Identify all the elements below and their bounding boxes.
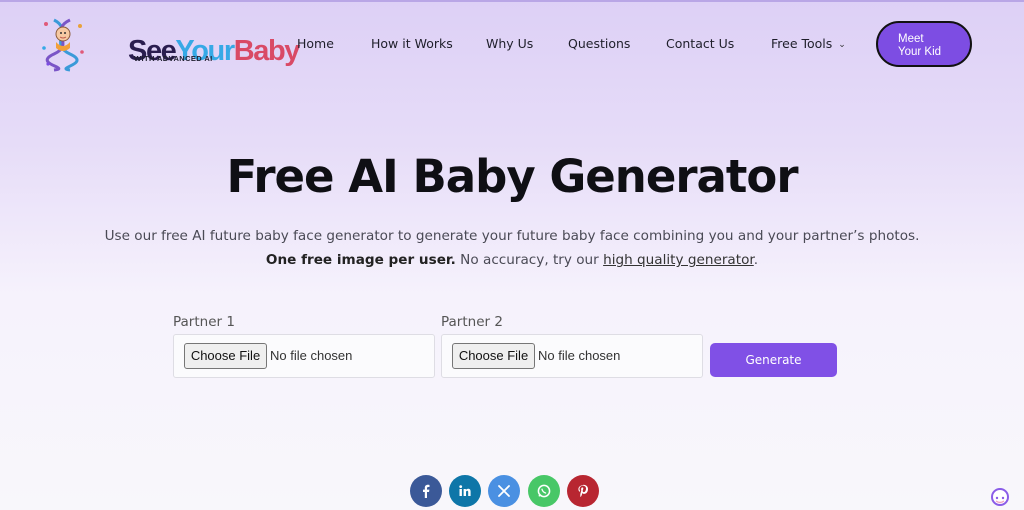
facebook-share-button[interactable] [410, 475, 442, 507]
cta-line1: Meet [898, 33, 924, 45]
chat-widget-icon[interactable] [990, 487, 1010, 507]
hero-note-text: No accuracy, try our [455, 252, 604, 268]
nav-how-it-works[interactable]: How it Works [371, 36, 453, 51]
cta-line2: Your Kid [898, 46, 942, 58]
meet-your-kid-button[interactable]: Meet Your Kid [876, 21, 972, 67]
nav-home[interactable]: Home [297, 36, 334, 51]
partner2-label: Partner 2 [441, 314, 503, 330]
pinterest-icon [578, 484, 588, 497]
whatsapp-share-button[interactable] [528, 475, 560, 507]
chevron-down-icon: ⌄ [838, 40, 846, 50]
generate-button[interactable]: Generate [710, 343, 837, 377]
site-header: SeeYourBaby WITH ADVANCED AI Home How it… [0, 0, 1024, 88]
high-quality-generator-link[interactable]: high quality generator [603, 252, 754, 268]
x-icon [498, 485, 510, 497]
site-logo[interactable]: SeeYourBaby WITH ADVANCED AI [40, 16, 300, 72]
partner1-choose-file-button[interactable]: Choose File [184, 343, 267, 369]
hero-note-end: . [753, 252, 759, 268]
nav-why-us[interactable]: Why Us [486, 36, 533, 51]
facebook-icon [423, 484, 430, 498]
hero-note: One free image per user. No accuracy, tr… [0, 252, 1024, 268]
hero-description: Use our free AI future baby face generat… [104, 228, 920, 244]
nav-free-tools[interactable]: Free Tools ⌄ [771, 36, 846, 51]
linkedin-icon [459, 485, 471, 496]
hero-note-bold: One free image per user. [265, 252, 456, 268]
pinterest-share-button[interactable] [567, 475, 599, 507]
linkedin-share-button[interactable] [449, 475, 481, 507]
partner1-file-input[interactable]: Choose File No file chosen [173, 334, 435, 378]
nav-questions[interactable]: Questions [568, 36, 630, 51]
nav-contact-us[interactable]: Contact Us [666, 36, 734, 51]
partner1-file-status: No file chosen [270, 348, 353, 363]
partner1-label: Partner 1 [173, 314, 235, 330]
nav-free-tools-label: Free Tools [771, 36, 833, 51]
partner2-file-input[interactable]: Choose File No file chosen [441, 334, 703, 378]
partner2-file-status: No file chosen [538, 348, 621, 363]
page-title: Free AI Baby Generator [226, 150, 798, 203]
x-share-button[interactable] [488, 475, 520, 507]
whatsapp-icon [537, 484, 551, 498]
brand-tagline: WITH ADVANCED AI [134, 54, 213, 63]
baby-dna-logo-icon [42, 18, 84, 72]
partner2-choose-file-button[interactable]: Choose File [452, 343, 535, 369]
